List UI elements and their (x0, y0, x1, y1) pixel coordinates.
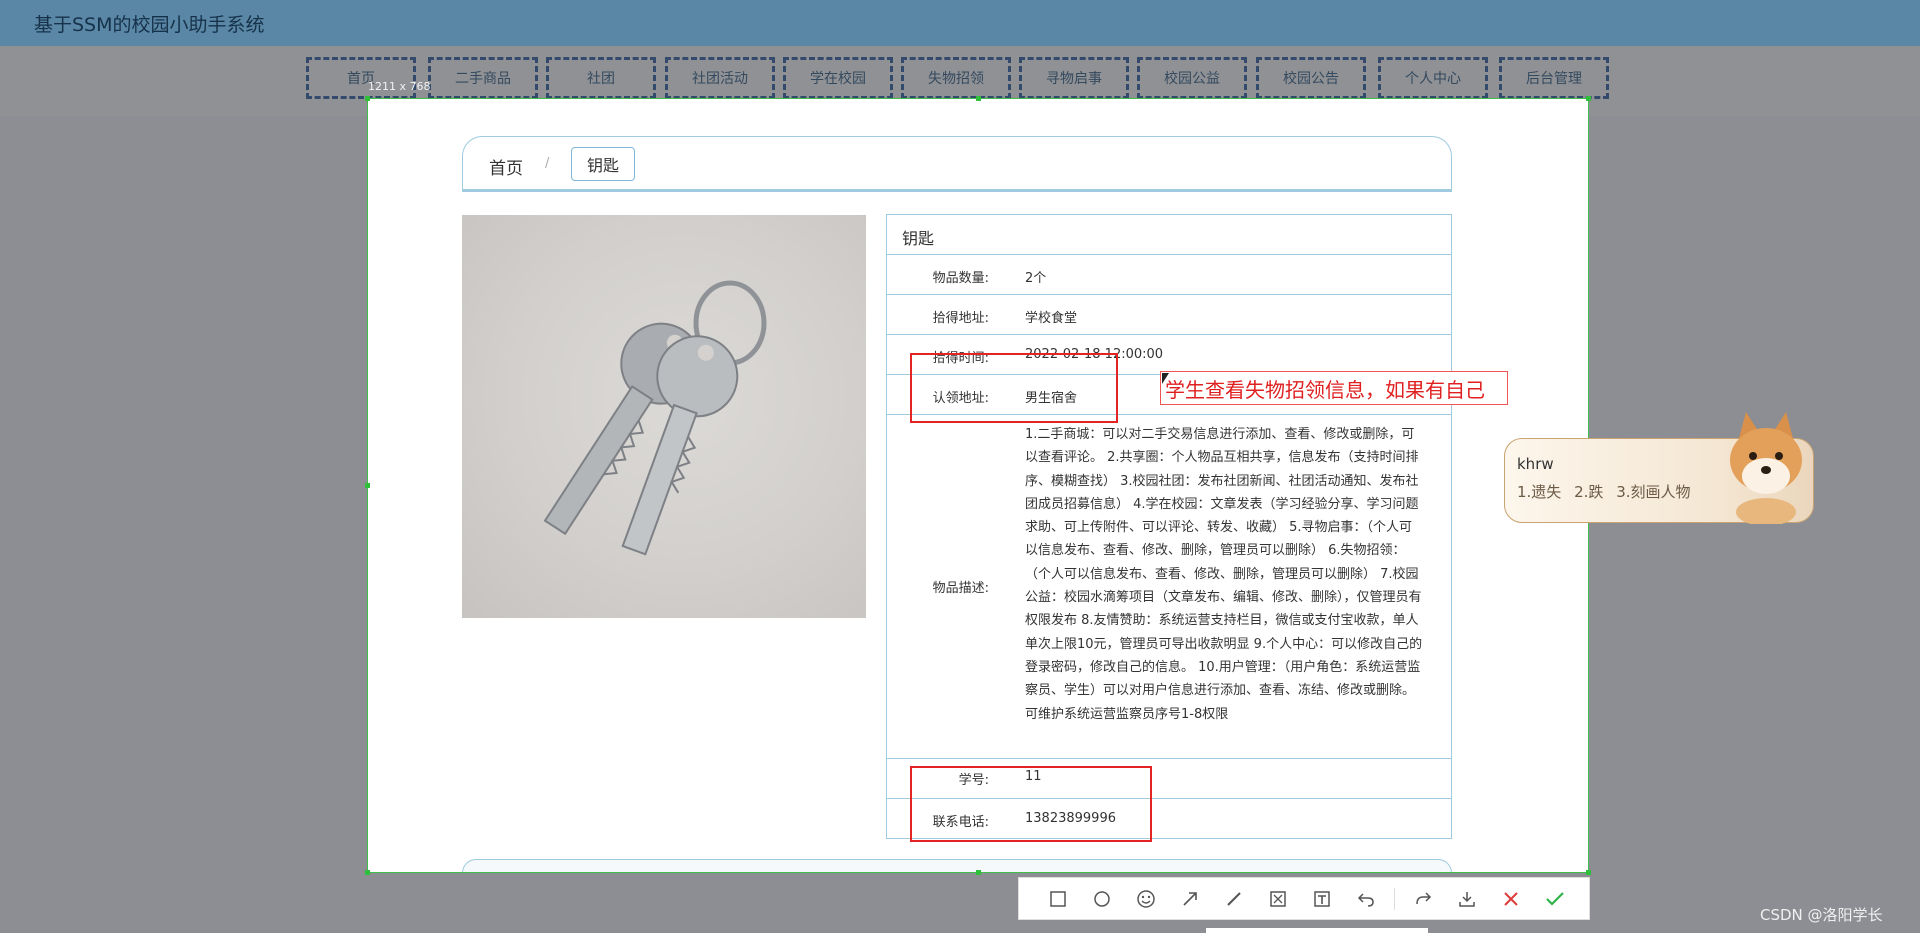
highlight-box-claim[interactable] (910, 353, 1118, 423)
toolbar-bottom-strip (1206, 928, 1428, 933)
undo-icon[interactable] (1354, 887, 1378, 911)
rectangle-icon[interactable] (1046, 887, 1070, 911)
row-value: 学校食堂 (1025, 311, 1078, 326)
cancel-icon[interactable] (1499, 887, 1523, 911)
download-icon[interactable] (1455, 887, 1479, 911)
toolbar-divider (1394, 888, 1395, 910)
mosaic-icon[interactable] (1266, 887, 1290, 911)
row-label: 物品数量: (932, 271, 989, 286)
ime-candidate[interactable]: 1.遗失 (1517, 483, 1561, 501)
mouse-cursor-icon (1162, 373, 1169, 384)
resize-handle[interactable] (365, 96, 370, 101)
app-title: 基于SSM的校园小助手系统 (34, 14, 265, 36)
annotation-text-box[interactable]: 学生查看失物招领信息，如果有自己 (1160, 371, 1508, 405)
resize-handle[interactable] (1586, 96, 1591, 101)
detail-table: 钥匙 物品数量: 2个 拾得地址: 学校食堂 拾得时间: 2022-02-18 … (886, 214, 1452, 839)
row-label: 拾得地址: (932, 311, 989, 326)
breadcrumb: 首页 / 钥匙 (462, 136, 1452, 192)
share-icon[interactable] (1411, 887, 1435, 911)
detail-row-found-address: 拾得地址: 学校食堂 (887, 295, 1451, 335)
breadcrumb-separator: / (545, 156, 550, 171)
resize-handle[interactable] (976, 96, 981, 101)
desktop-faint-overlay (1640, 852, 1644, 874)
nav-item-admin[interactable]: 后台管理 (1499, 57, 1609, 99)
emoji-icon[interactable] (1134, 887, 1158, 911)
row-label: 物品描述: (932, 581, 989, 596)
highlight-box-contact[interactable] (910, 766, 1152, 842)
row-value: 2个 (1025, 271, 1047, 286)
nav-item-personal-center[interactable]: 个人中心 (1378, 57, 1488, 99)
ime-candidate[interactable]: 2.跌 (1574, 483, 1603, 501)
top-bar: 基于SSM的校园小助手系统 (0, 0, 1920, 46)
screenshot-selection[interactable]: 首页 / 钥匙 钥匙 物品数量: 2个 拾得地址: 学校食堂 拾得时间: 202… (367, 98, 1589, 873)
item-photo (462, 215, 866, 618)
nav-item-charity[interactable]: 校园公益 (1137, 57, 1247, 99)
nav-item-lost-found[interactable]: 失物招领 (901, 57, 1011, 99)
footer-panel (462, 859, 1452, 872)
detail-row-quantity: 物品数量: 2个 (887, 255, 1451, 295)
breadcrumb-current: 钥匙 (571, 147, 635, 181)
ime-input-text: khrw (1517, 455, 1554, 473)
shiba-dog-icon (1730, 412, 1802, 524)
ime-candidates: 1.遗失 2.跌 3.刻画人物 (1517, 481, 1699, 502)
selection-size-label: 1211 x 768 (368, 80, 431, 93)
confirm-icon[interactable] (1543, 887, 1567, 911)
nav-item-second-hand[interactable]: 二手商品 (428, 57, 538, 99)
breadcrumb-home[interactable]: 首页 (489, 154, 523, 179)
nav-item-lost-notice[interactable]: 寻物启事 (1019, 57, 1129, 99)
ime-candidate[interactable]: 3.刻画人物 (1616, 483, 1690, 501)
resize-handle[interactable] (365, 483, 370, 488)
keys-image (543, 280, 767, 556)
nav-item-clubs[interactable]: 社团 (546, 57, 656, 99)
detail-title: 钥匙 (887, 215, 1451, 255)
nav-item-club-activities[interactable]: 社团活动 (665, 57, 775, 99)
nav-item-announcements[interactable]: 校园公告 (1256, 57, 1366, 99)
resize-handle[interactable] (365, 870, 370, 875)
pen-icon[interactable] (1222, 887, 1246, 911)
arrow-icon[interactable] (1178, 887, 1202, 911)
detail-row-description: 物品描述: 1.二手商城：可以对二手交易信息进行添加、查看、修改或删除，可以查看… (887, 415, 1451, 759)
resize-handle[interactable] (1586, 870, 1591, 875)
screenshot-toolbar (1018, 877, 1590, 920)
watermark: CSDN @洛阳学长 (1760, 906, 1883, 924)
text-icon[interactable] (1310, 887, 1334, 911)
row-value: 1.二手商城：可以对二手交易信息进行添加、查看、修改或删除，可以查看评论。 2.… (1025, 427, 1423, 722)
ellipse-icon[interactable] (1090, 887, 1114, 911)
nav-item-study[interactable]: 学在校园 (783, 57, 893, 99)
resize-handle[interactable] (976, 870, 981, 875)
